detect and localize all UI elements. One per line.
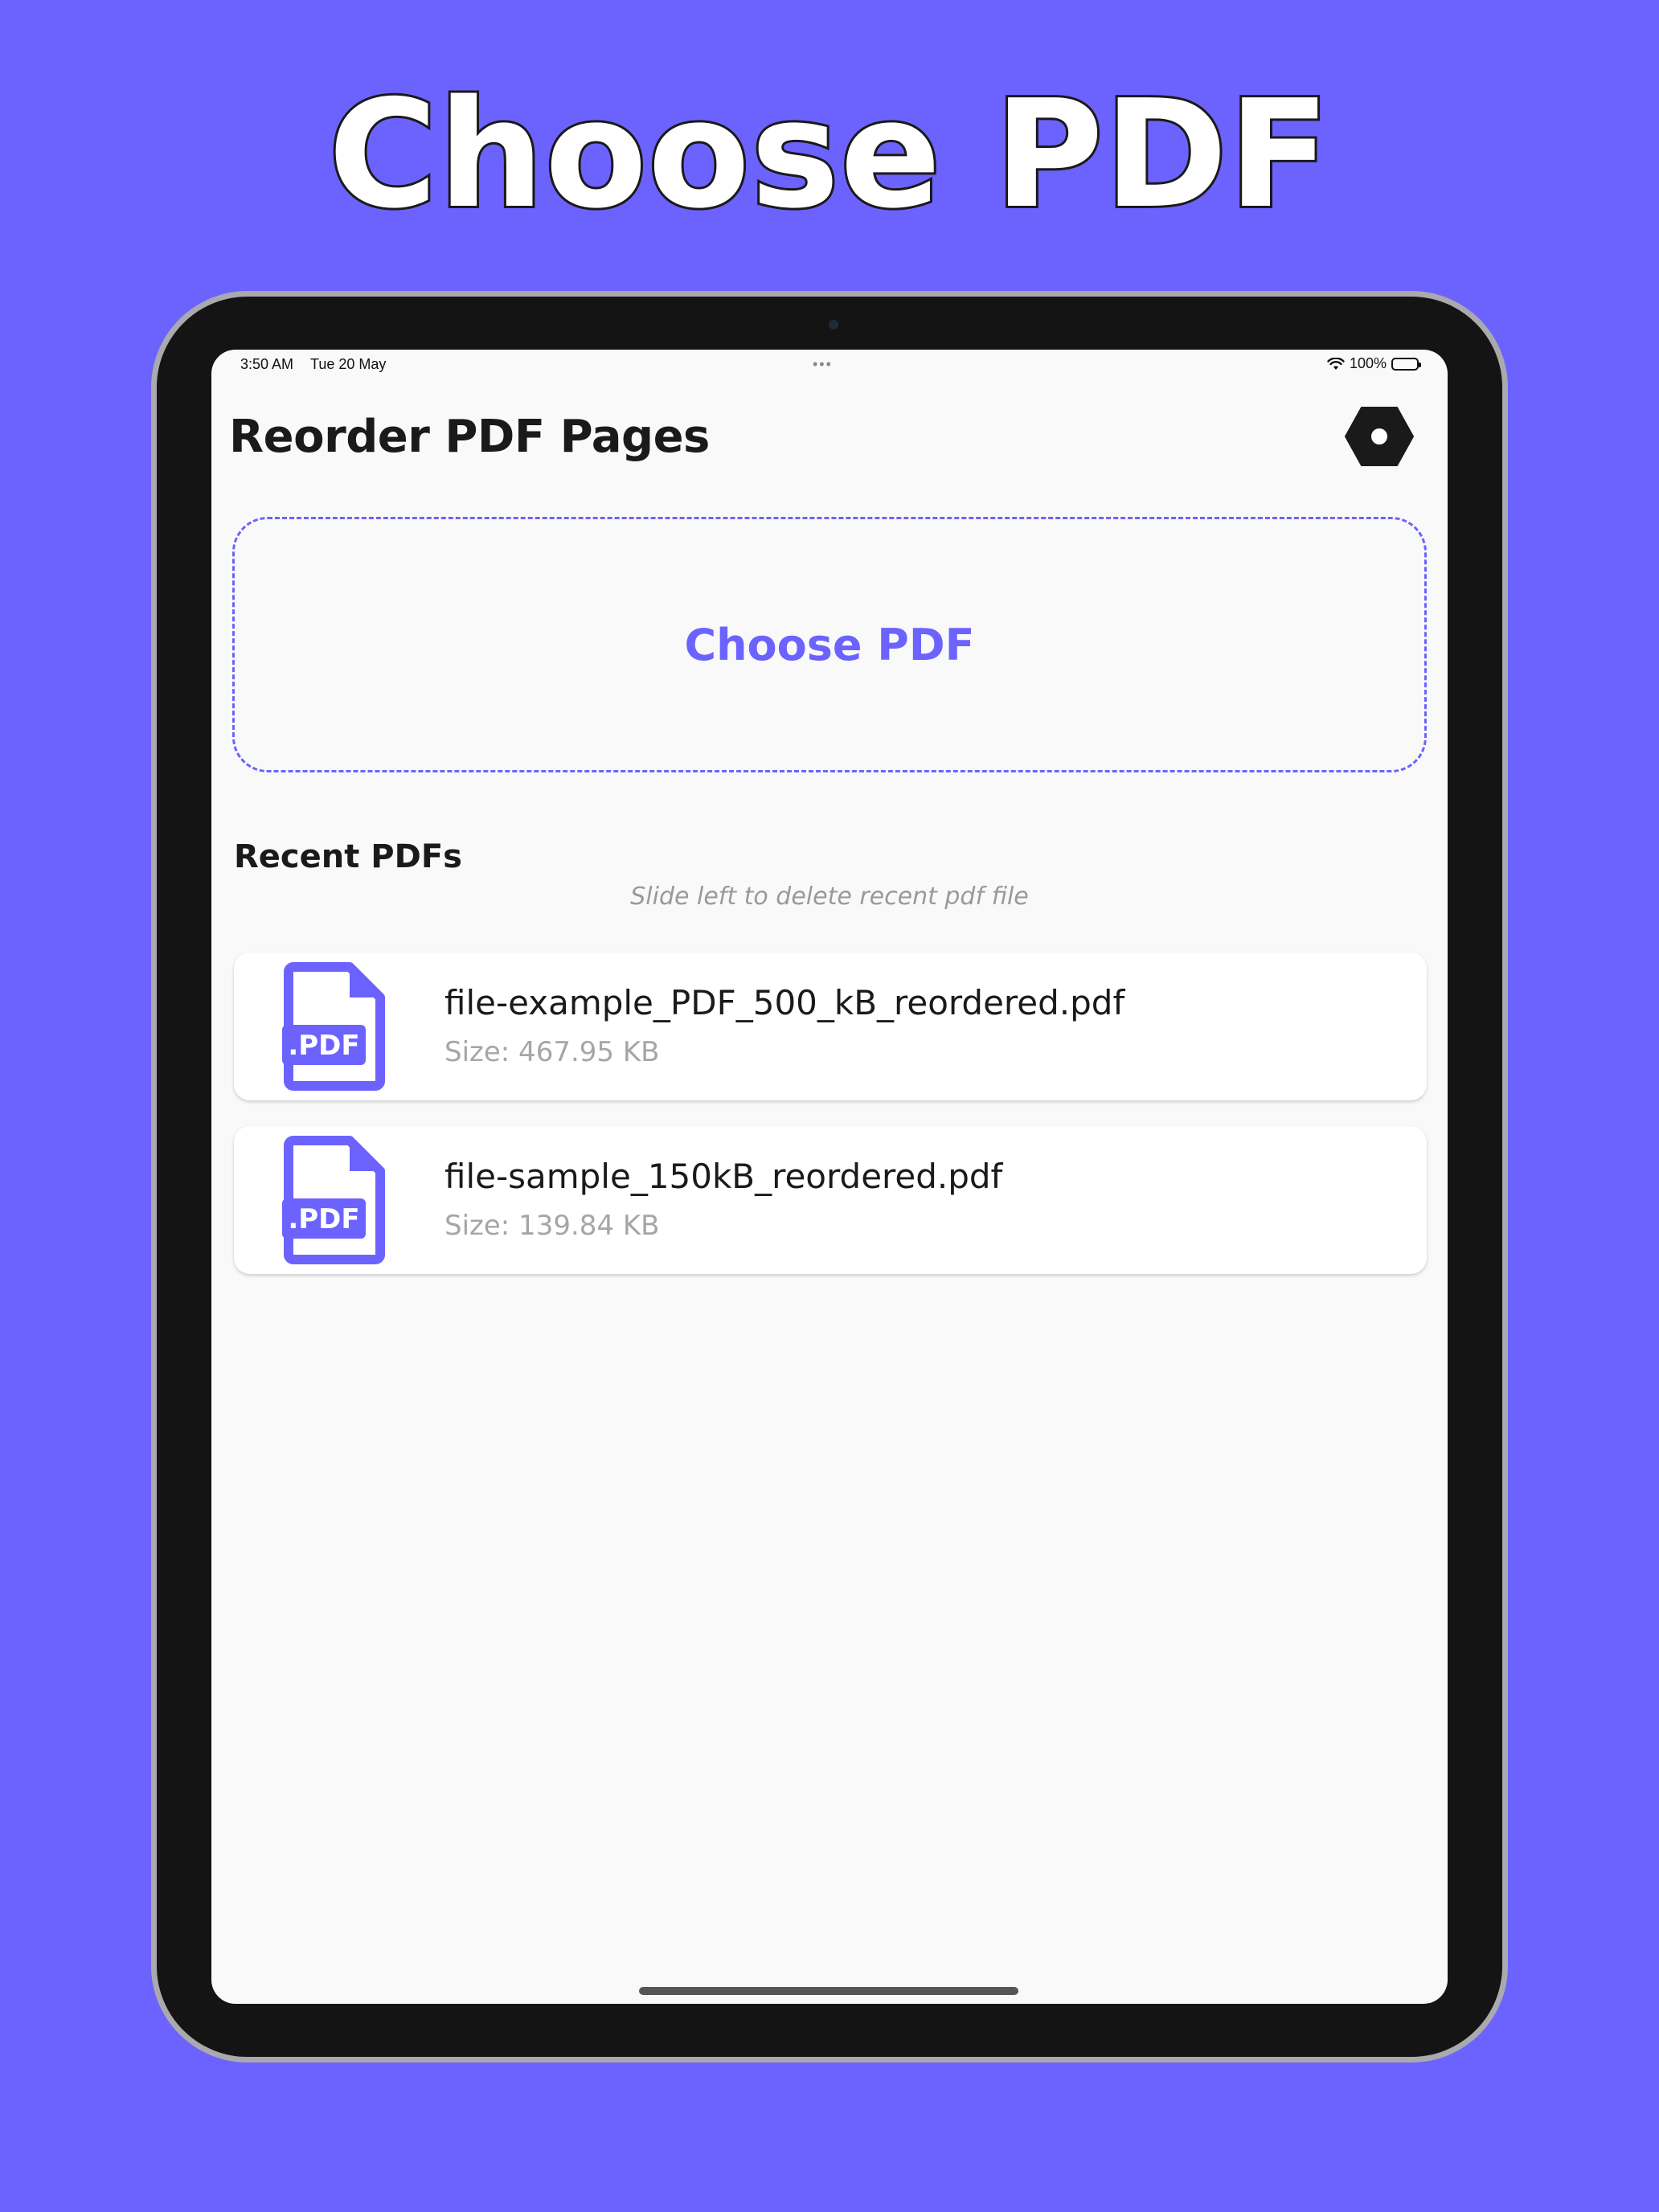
recent-hint: Slide left to delete recent pdf file bbox=[630, 883, 1029, 911]
file-name: file-sample_150kB_reordered.pdf bbox=[444, 1157, 1003, 1196]
choose-pdf-button[interactable]: Choose PDF bbox=[232, 517, 1427, 772]
gear-icon bbox=[1345, 407, 1414, 466]
recent-file-item[interactable]: .PDF file-sample_150kB_reordered.pdf Siz… bbox=[234, 1126, 1427, 1274]
page-title: Reorder PDF Pages bbox=[229, 411, 710, 463]
pdf-file-icon: .PDF bbox=[282, 1136, 385, 1264]
recent-file-item[interactable]: .PDF file-example_PDF_500_kB_reordered.p… bbox=[234, 952, 1427, 1100]
battery-icon bbox=[1391, 357, 1421, 371]
app-screen: 3:50 AM Tue 20 May ••• 100% Reorder PDF … bbox=[211, 350, 1448, 2004]
file-size: Size: 467.95 KB bbox=[444, 1036, 660, 1068]
home-indicator[interactable] bbox=[639, 1987, 1018, 1995]
file-name: file-example_PDF_500_kB_reordered.pdf bbox=[444, 983, 1125, 1022]
status-right: 100% bbox=[1327, 355, 1421, 372]
recent-heading: Recent PDFs bbox=[234, 838, 462, 875]
battery-percent: 100% bbox=[1349, 355, 1387, 371]
status-bar: 3:50 AM Tue 20 May ••• 100% bbox=[211, 350, 1448, 382]
svg-text:.PDF: .PDF bbox=[288, 1030, 359, 1062]
settings-button[interactable] bbox=[1345, 406, 1414, 467]
choose-pdf-label: Choose PDF bbox=[684, 619, 975, 670]
pdf-file-icon: .PDF bbox=[282, 962, 385, 1091]
wifi-icon bbox=[1327, 357, 1345, 370]
multitasking-dots[interactable]: ••• bbox=[813, 356, 833, 373]
camera-dot bbox=[829, 320, 838, 330]
tablet-frame: 3:50 AM Tue 20 May ••• 100% Reorder PDF … bbox=[151, 291, 1508, 2062]
status-time: 3:50 AM bbox=[240, 356, 294, 372]
status-date: Tue 20 May bbox=[310, 356, 387, 372]
file-size: Size: 139.84 KB bbox=[444, 1210, 660, 1242]
svg-text:.PDF: .PDF bbox=[288, 1203, 359, 1235]
promo-title: Choose PDF bbox=[326, 68, 1332, 241]
